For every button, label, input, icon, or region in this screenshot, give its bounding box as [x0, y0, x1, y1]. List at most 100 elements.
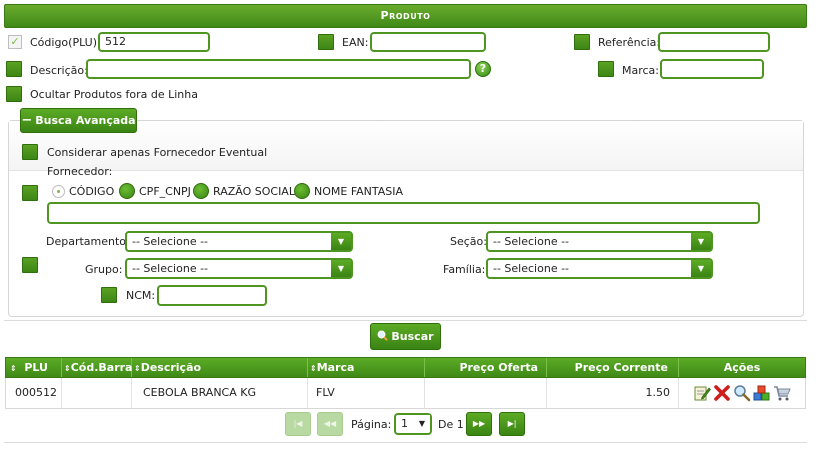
- chevron-down-icon: ▼: [691, 260, 711, 277]
- column-header-marca-label: Marca: [316, 361, 355, 374]
- cell-plu: 000512: [6, 378, 62, 408]
- cell-descricao: CEBOLA BRANCA KG: [132, 378, 308, 408]
- ean-label: EAN:: [342, 36, 369, 49]
- last-page-button[interactable]: ▶|: [499, 412, 525, 436]
- referencia-checkbox[interactable]: [574, 34, 590, 50]
- ncm-label: NCM:: [126, 289, 156, 302]
- divider: [4, 320, 807, 321]
- stock-icon[interactable]: [753, 384, 771, 402]
- column-header-plu[interactable]: ⇕ PLU: [6, 358, 62, 377]
- descricao-input[interactable]: [86, 59, 471, 79]
- column-header-marca[interactable]: ⇕Marca: [308, 358, 425, 377]
- cell-acoes: [679, 378, 805, 408]
- ncm-input[interactable]: [157, 285, 267, 306]
- cart-icon[interactable]: [773, 384, 791, 402]
- codigo-input[interactable]: 512: [98, 32, 210, 52]
- departamento-select-value: -- Selecione --: [132, 235, 209, 248]
- advanced-search-toggle-button[interactable]: − Busca Avançada: [20, 108, 137, 133]
- secao-label: Seção:: [450, 235, 487, 248]
- familia-select[interactable]: -- Selecione -- ▼: [486, 258, 713, 279]
- page-select[interactable]: 1 ▼: [394, 413, 432, 435]
- cell-marca: FLV: [308, 378, 425, 408]
- page-total-label: De 1: [438, 418, 464, 431]
- page-select-value: 1: [401, 417, 408, 430]
- familia-select-value: -- Selecione --: [493, 262, 570, 275]
- codigo-checkbox[interactable]: ✓: [8, 35, 22, 49]
- column-header-preco-corrente: Preço Corrente: [547, 358, 679, 377]
- marca-input[interactable]: [660, 59, 764, 79]
- departamento-checkbox[interactable]: [22, 257, 38, 273]
- ean-checkbox[interactable]: [318, 34, 334, 50]
- familia-label: Família:: [443, 263, 486, 276]
- chevron-down-icon: ▼: [331, 233, 351, 250]
- radio-cpf-cnpj-label: CPF_CNPJ: [139, 185, 191, 198]
- column-header-acoes: Ações: [679, 358, 805, 377]
- column-header-preco-corrente-label: Preço Corrente: [574, 361, 668, 374]
- column-header-preco-oferta: Preço Oferta: [425, 358, 547, 377]
- chevron-down-icon: ▼: [691, 233, 711, 250]
- edit-icon[interactable]: [693, 384, 711, 402]
- help-icon[interactable]: ?: [475, 61, 491, 77]
- grupo-label: Grupo:: [85, 263, 123, 276]
- column-header-descricao[interactable]: ⇕Descrição: [132, 358, 308, 377]
- next-page-button[interactable]: ▶▶: [466, 412, 492, 436]
- fornecedor-checkbox[interactable]: [22, 185, 38, 201]
- fornecedor-eventual-checkbox[interactable]: [22, 144, 38, 160]
- bottom-divider: [4, 442, 807, 443]
- sort-icon: ⇕: [10, 364, 17, 373]
- fornecedor-eventual-label: Considerar apenas Fornecedor Eventual: [47, 146, 268, 159]
- chevron-down-icon: ▼: [414, 415, 430, 432]
- referencia-label: Referência:: [598, 36, 661, 49]
- fornecedor-input[interactable]: [47, 202, 760, 224]
- chevron-down-icon: ▼: [331, 260, 351, 277]
- marca-checkbox[interactable]: [598, 61, 614, 77]
- search-icon: [377, 325, 389, 350]
- prev-page-button[interactable]: ◀◀: [317, 412, 343, 436]
- column-header-acoes-label: Ações: [723, 361, 761, 374]
- descricao-label: Descrição:: [30, 64, 88, 77]
- departamento-select[interactable]: -- Selecione -- ▼: [125, 231, 353, 252]
- column-header-preco-oferta-label: Preço Oferta: [459, 361, 538, 374]
- sort-icon: ⇕: [64, 364, 71, 373]
- column-header-plu-label: PLU: [24, 361, 48, 374]
- departamento-label: Departamento:: [46, 235, 130, 248]
- radio-razao-social[interactable]: [193, 183, 209, 199]
- table-row[interactable]: 000512 CEBOLA BRANCA KG FLV 1.50: [5, 378, 806, 409]
- section-title: Produto: [380, 9, 431, 22]
- column-header-cod-barra[interactable]: ⇕Cód.Barra: [62, 358, 132, 377]
- grupo-select-value: -- Selecione --: [132, 262, 209, 275]
- section-header: Produto: [4, 4, 807, 28]
- secao-select-value: -- Selecione --: [493, 235, 570, 248]
- radio-codigo[interactable]: [52, 185, 65, 198]
- column-header-cod-barra-label: Cód.Barra: [70, 361, 133, 374]
- view-icon[interactable]: [733, 384, 751, 402]
- delete-icon[interactable]: [713, 384, 731, 402]
- ocultar-label: Ocultar Produtos fora de Linha: [30, 88, 198, 101]
- ocultar-checkbox[interactable]: [6, 86, 22, 102]
- search-button-label: Buscar: [391, 330, 434, 343]
- column-header-descricao-label: Descrição: [140, 361, 202, 374]
- ean-input[interactable]: [370, 32, 486, 52]
- table-header: ⇕ PLU ⇕Cód.Barra ⇕Descrição ⇕Marca Preço…: [5, 357, 806, 378]
- page-label: Página:: [351, 418, 392, 431]
- fornecedor-label: Fornecedor:: [47, 165, 113, 178]
- radio-cpf-cnpj[interactable]: [119, 183, 135, 199]
- sort-icon: ⇕: [134, 364, 141, 373]
- advanced-search-toggle-label: Busca Avançada: [35, 114, 136, 127]
- search-button[interactable]: Buscar: [370, 323, 441, 350]
- grupo-select[interactable]: -- Selecione -- ▼: [125, 258, 353, 279]
- codigo-label: Código(PLU):: [30, 36, 101, 49]
- first-page-button[interactable]: |◀: [285, 412, 311, 436]
- radio-codigo-label: CÓDIGO: [69, 185, 115, 198]
- sort-icon: ⇕: [310, 364, 317, 373]
- cell-preco-corrente: 1.50: [547, 378, 679, 408]
- radio-nome-fantasia[interactable]: [294, 183, 310, 199]
- ncm-checkbox[interactable]: [101, 287, 117, 303]
- marca-label: Marca:: [622, 64, 660, 77]
- cell-preco-oferta: [425, 378, 547, 408]
- cell-cod-barra: [62, 378, 132, 408]
- referencia-input[interactable]: [658, 32, 770, 52]
- minus-icon: −: [21, 113, 33, 128]
- secao-select[interactable]: -- Selecione -- ▼: [486, 231, 713, 252]
- descricao-checkbox[interactable]: [6, 61, 22, 77]
